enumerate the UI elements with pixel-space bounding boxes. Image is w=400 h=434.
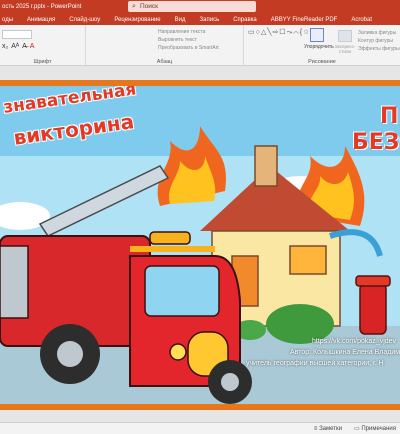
notes-label: Заметки: [319, 425, 343, 432]
quick-styles-button[interactable]: Экспресс-стили: [334, 30, 356, 54]
drawing-group-label: Рисование: [308, 59, 336, 65]
paragraph-group-label: Абзац: [156, 59, 173, 65]
fire-hydrant: [359, 283, 387, 335]
tab-acrobat[interactable]: Acrobat: [344, 17, 379, 25]
paragraph-items: Направление текста Выровнять текст Преоб…: [158, 28, 219, 52]
font-group-label: Шрифт: [33, 59, 52, 65]
slide-workspace: знавательная викторина П БЕЗО https://vk…: [0, 66, 400, 422]
font-size-box[interactable]: [2, 30, 32, 39]
text-direction-item[interactable]: Направление текста: [158, 28, 219, 36]
font-size-up-icon[interactable]: Aᴬ: [11, 43, 19, 50]
shapes-gallery[interactable]: ▭○△╲⇨☐⤳⌒{☆: [248, 28, 309, 37]
tab-view[interactable]: Вид: [168, 17, 193, 25]
quick-styles-label: Экспресс-стили: [334, 44, 356, 54]
search-placeholder: Поиск: [140, 3, 159, 10]
notes-button[interactable]: ≡ Заметки: [314, 426, 342, 432]
slide-credits: https://vk.com/pokaz_vjdev Автор: Колышк…: [236, 336, 400, 369]
tab-animation[interactable]: Анимация: [20, 17, 62, 25]
credits-job: учитель географии высшей категории, г. Н: [246, 360, 384, 367]
paragraph-group: Направление текста Выровнять текст Преоб…: [86, 25, 244, 65]
slide-title-right2: БЕЗО: [352, 130, 400, 155]
status-bar: ≡ Заметки ▭ Примечания: [0, 422, 400, 434]
clear-format-icon[interactable]: A̶: [22, 43, 27, 50]
font-color-icon[interactable]: A: [30, 43, 35, 50]
format-row: x₂ Aᴬ A̶ A: [2, 43, 34, 50]
search-icon: ⌕: [132, 2, 136, 10]
tab-help[interactable]: Справка: [226, 17, 264, 25]
title-bar: ость 2025 г.pptx - PowerPoint ⌕ Поиск: [0, 0, 400, 13]
tab-review[interactable]: Рецензирование: [107, 17, 167, 25]
credits-url[interactable]: https://vk.com/pokaz_vjdev: [236, 336, 400, 347]
shape-fill-item[interactable]: Заливка фигуры: [358, 29, 400, 37]
align-text-item[interactable]: Выровнять текст: [158, 36, 219, 44]
tab-transitions[interactable]: оды: [0, 17, 20, 25]
font-group: x₂ Aᴬ A̶ A Шрифт: [0, 25, 86, 65]
wheel-hub: [221, 373, 239, 391]
slide-title-right1: П: [380, 104, 399, 129]
credits-author: Автор: Колышкина Елена Владим: [290, 349, 400, 356]
shape-format-items: Заливка фигуры Контур фигуры Эффекты фиг…: [358, 29, 400, 53]
shape-effects-item[interactable]: Эффекты фигуры: [358, 45, 400, 53]
shape-outline-item[interactable]: Контур фигуры: [358, 37, 400, 45]
smartart-item[interactable]: Преобразовать в SmartArt: [158, 44, 219, 52]
arrange-button[interactable]: Упорядочить: [304, 28, 334, 50]
quick-styles-icon: [338, 30, 352, 42]
ribbon: x₂ Aᴬ A̶ A Шрифт Направление текста Выро…: [0, 25, 400, 66]
truck-shutter: [0, 245, 29, 319]
wheel-hub: [57, 341, 83, 367]
search-box[interactable]: ⌕ Поиск: [128, 1, 256, 12]
truck-siren: [149, 231, 191, 245]
slide-canvas[interactable]: знавательная викторина П БЕЗО https://vk…: [0, 80, 400, 410]
tab-record[interactable]: Запись: [193, 17, 227, 25]
tab-slideshow[interactable]: Слайд-шоу: [62, 17, 107, 25]
arrange-label: Упорядочить: [304, 44, 334, 50]
comments-label: Примечания: [361, 426, 396, 432]
drawing-group: ▭○△╲⇨☐⤳⌒{☆ Упорядочить Экспресс-стили За…: [244, 25, 400, 65]
truck-stripe: [130, 246, 215, 252]
tab-abbyy[interactable]: ABBYY FineReader PDF: [264, 17, 345, 25]
hydrant-cap: [355, 275, 391, 287]
ribbon-tabs: оды Анимация Слайд-шоу Рецензирование Ви…: [0, 13, 400, 25]
subscript-icon[interactable]: x₂: [2, 43, 8, 50]
window-title: ость 2025 г.pptx - PowerPoint: [2, 3, 82, 10]
arrange-icon: [310, 28, 324, 42]
truck-headlight: [169, 343, 187, 361]
comments-button[interactable]: ▭ Примечания: [354, 425, 396, 432]
truck-windshield: [144, 265, 220, 317]
chimney: [254, 145, 278, 187]
house-window: [289, 245, 327, 275]
